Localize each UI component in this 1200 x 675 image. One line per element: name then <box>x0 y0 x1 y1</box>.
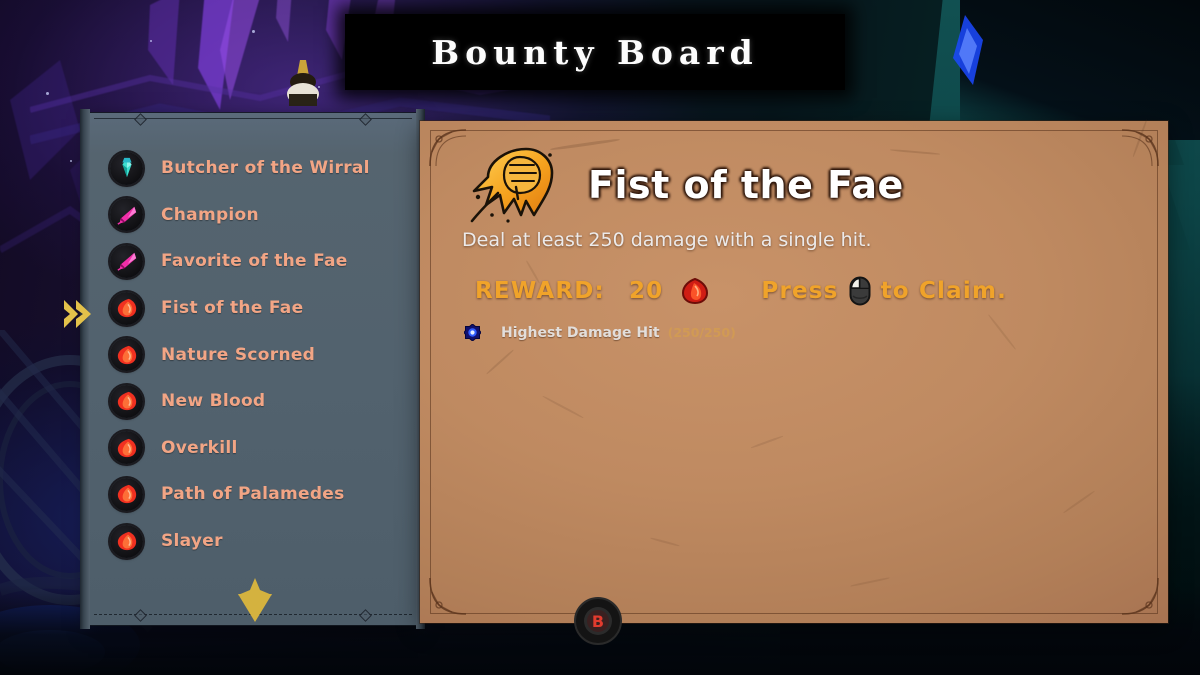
flame-fist-icon <box>117 345 136 364</box>
blade-icon <box>110 198 143 232</box>
blade-icon <box>116 206 136 225</box>
bounty-detail-panel: Fist of the Fae Deal at least 250 damage… <box>420 118 1168 623</box>
blue-gem-icon <box>464 324 481 341</box>
corner-flourish-icon <box>1121 577 1159 615</box>
bounty-list-item[interactable]: Fist of the Fae <box>88 285 418 332</box>
bounty-description: Deal at least 250 damage with a single h… <box>462 229 872 251</box>
bounty-list-item-label: Path of Palamedes <box>161 484 345 505</box>
flame-fist-icon <box>110 524 143 558</box>
bounty-list-item[interactable]: Path of Palamedes <box>88 471 418 518</box>
blade-icon <box>110 244 143 278</box>
bounty-title: Fist of the Fae <box>588 163 904 207</box>
reward-amount: 20 <box>628 278 664 304</box>
page-title: Bounty Board <box>431 32 759 72</box>
panel-border-tick <box>359 609 372 622</box>
flame-fist-icon <box>117 392 136 411</box>
flame-fist-icon <box>117 438 136 458</box>
flame-fist-icon <box>110 291 143 325</box>
bounty-list-item-label: Nature Scorned <box>161 344 316 365</box>
bounty-list-item-label: Butcher of the Wirral <box>161 158 370 179</box>
claim-label: to Claim. <box>880 278 1008 304</box>
crystal-icon <box>110 151 143 185</box>
game-screen: Bounty Board Butcher of the Wirral Champ… <box>0 0 1200 675</box>
gamepad-b-button-icon[interactable]: B <box>574 597 622 645</box>
blue-crystal-decor <box>953 15 983 85</box>
bounty-list-item[interactable]: Slayer <box>88 518 418 565</box>
bounty-list-item-label: Overkill <box>161 437 238 458</box>
bounty-list-item[interactable]: Butcher of the Wirral <box>88 145 418 192</box>
bounty-list-item[interactable]: Favorite of the Fae <box>88 238 418 285</box>
objective-row: Highest Damage Hit (250/250) <box>464 324 736 341</box>
bounty-board-title-banner: Bounty Board <box>345 14 845 90</box>
press-label: Press <box>761 278 839 304</box>
bounty-list-item-label: Champion <box>161 204 259 225</box>
bounty-list-item-label: Favorite of the Fae <box>161 251 348 272</box>
reward-row: REWARD: 20 Press to Claim. <box>475 276 1007 306</box>
selection-chevron-icon <box>64 300 91 328</box>
panel-border-tick <box>134 113 147 126</box>
flame-fist-icon <box>110 477 143 511</box>
bounty-list-item-label: Fist of the Fae <box>161 298 304 319</box>
blade-icon <box>116 253 136 272</box>
flame-fist-icon <box>110 431 143 465</box>
sparkle-dot <box>46 92 49 95</box>
flame-fist-icon <box>117 531 136 551</box>
sparkle-dot <box>150 40 152 42</box>
panel-border-tick <box>359 113 372 126</box>
flame-fist-icon <box>117 485 136 504</box>
bounty-list-item-label: New Blood <box>161 391 266 412</box>
corner-flourish-icon <box>429 577 467 615</box>
bounty-list-panel: Butcher of the Wirral Champion Favorite … <box>80 109 425 629</box>
sparkle-dot <box>70 160 72 162</box>
bounty-list-item[interactable]: Champion <box>88 192 418 239</box>
objective-count: (250/250) <box>667 325 736 340</box>
mouse-left-click-icon[interactable] <box>849 276 871 306</box>
flame-fist-icon <box>110 384 143 418</box>
bounty-list-item[interactable]: Overkill <box>88 425 418 472</box>
crystal-icon <box>121 158 132 178</box>
bounty-detail-header: Fist of the Fae <box>464 143 904 227</box>
bounty-list-item-label: Slayer <box>161 531 223 552</box>
bounty-list-item[interactable]: New Blood <box>88 378 418 425</box>
flame-fist-icon <box>110 338 143 372</box>
lantern-decor <box>287 60 319 106</box>
sparkle-dot <box>252 30 255 33</box>
scroll-down-arrow-icon[interactable] <box>233 578 277 624</box>
red-ember-icon <box>682 278 709 304</box>
bounty-list-item[interactable]: Nature Scorned <box>88 331 418 378</box>
flame-fist-icon <box>117 298 136 318</box>
flaming-fist-icon <box>470 147 554 223</box>
reward-label: REWARD: <box>475 278 605 304</box>
objective-label: Highest Damage Hit <box>501 324 660 341</box>
panel-border-tick <box>134 609 147 622</box>
back-button-glyph: B <box>592 612 604 631</box>
bounty-items-container: Butcher of the Wirral Champion Favorite … <box>88 145 418 564</box>
